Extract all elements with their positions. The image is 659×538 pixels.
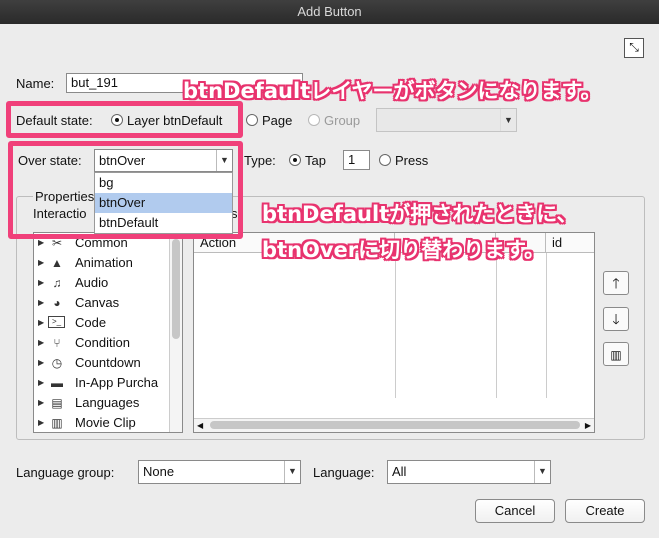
tree-item-label: Audio [75,275,109,290]
column-header-id[interactable]: id [546,233,594,253]
scroll-left-icon[interactable]: ◀ [197,419,203,432]
tree-item-in-app-purchase[interactable]: ▶ ▬ In-App Purcha [34,373,170,393]
radio-page-indicator[interactable] [246,114,258,126]
chevron-down-icon: ▼ [500,109,516,131]
expand-triangle-icon[interactable]: ▶ [38,393,44,413]
tree-item-audio[interactable]: ▶ ♫ Audio [34,273,170,293]
annotation-middle-2: btnOverに切り替わります。 [262,238,546,262]
expand-triangle-icon[interactable]: ▶ [38,253,44,273]
tree-item-languages[interactable]: ▶ ▤ Languages [34,393,170,413]
radio-group: Group [308,113,360,128]
arrow-down-icon: 🡓 [612,311,620,327]
expand-triangle-icon[interactable]: ▶ [38,313,44,333]
arrow-up-icon: 🡑 [612,275,620,291]
language-group-value: None [143,464,175,479]
tree-item-code[interactable]: ▶ >_ Code [34,313,170,333]
scroll-right-icon[interactable]: ▶ [585,419,591,432]
interactions-tree[interactable]: ▶ ✂ Common ▶ ▲ Animation ▶ ♫ Audio ▶ ◕ Canvas ▶ >… [33,232,183,433]
tree-item-condition[interactable]: ▶ ⑂ Condition [34,333,170,353]
window-title: Add Button [297,4,362,19]
highlight-default-state [6,101,243,138]
tree-item-label: Movie Clip [75,415,136,430]
type-label: Type: [244,153,276,168]
radio-press-label: Press [395,153,429,168]
column-divider [496,253,497,398]
move-down-button[interactable]: 🡓 [603,307,629,331]
table-scrollbar-thumb[interactable] [210,421,580,429]
tree-scrollbar[interactable] [169,233,182,432]
chevron-down-icon[interactable]: ▼ [284,461,300,483]
tree-item-label: Countdown [75,355,141,370]
column-divider [395,253,396,398]
language-label: Language: [313,465,375,480]
tree-item-label: In-App Purcha [75,375,159,390]
column-divider [546,253,547,398]
radio-page[interactable]: Page [246,113,292,128]
clock-icon: ◷ [51,356,63,370]
table-horizontal-scrollbar[interactable]: ◀ ▶ [194,418,594,432]
cancel-button[interactable]: Cancel [475,499,555,523]
tree-item-label: Animation [75,255,133,270]
create-button[interactable]: Create [565,499,645,523]
chevron-down-icon[interactable]: ▼ [534,461,550,483]
tree-item-movie-clip[interactable]: ▶ ▥ Movie Clip [34,413,170,432]
language-value: All [392,464,407,479]
tree-item-countdown[interactable]: ▶ ◷ Countdown [34,353,170,373]
cart-icon: ▬ [51,376,63,390]
speech-icon: ▤ [51,396,63,410]
group-select: ▼ [376,108,517,132]
tap-count-input[interactable]: 1 [343,150,370,170]
expand-triangle-icon[interactable]: ▶ [38,293,44,313]
radio-group-label: Group [324,113,361,128]
tree-item-label: Condition [75,335,130,350]
trash-icon: ▥ [610,348,622,362]
film-icon: ▥ [51,416,63,430]
tree-item-label: Canvas [75,295,120,310]
annotation-middle-1: btnDefaultが押されたときに、 [262,202,578,226]
expand-triangle-icon[interactable]: ▶ [38,413,44,432]
radio-tap-indicator[interactable] [289,154,301,166]
expand-button[interactable]: ⤡ [624,38,644,58]
radio-group-indicator [308,114,320,126]
annotation-top: btnDefaultレイヤーがボタンになります。 [183,79,602,103]
expand-triangle-icon[interactable]: ▶ [38,373,44,393]
language-group-label: Language group: [16,465,115,480]
language-select[interactable]: All ▼ [387,460,551,484]
expand-icon: ⤡ [629,40,639,54]
name-label: Name: [16,76,55,91]
condition-icon: ⑂ [53,336,61,350]
move-up-button[interactable]: 🡑 [603,271,629,295]
tree-scrollbar-thumb[interactable] [172,239,180,339]
highlight-over-state [8,141,243,239]
terminal-icon: >_ [48,316,65,328]
expand-triangle-icon[interactable]: ▶ [38,333,44,353]
delete-button[interactable]: ▥ [603,342,629,366]
expand-triangle-icon[interactable]: ▶ [38,273,44,293]
radio-press-indicator[interactable] [379,154,391,166]
expand-triangle-icon[interactable]: ▶ [38,353,44,373]
radio-tap[interactable]: Tap [289,153,326,168]
window-titlebar: Add Button [0,0,659,24]
radio-tap-label: Tap [305,153,326,168]
radio-press[interactable]: Press [379,153,428,168]
music-note-icon: ♫ [52,276,62,290]
tree-item-animation[interactable]: ▶ ▲ Animation [34,253,170,273]
tree-item-label: Languages [75,395,140,410]
tree-item-label: Code [75,315,107,330]
tree-item-canvas[interactable]: ▶ ◕ Canvas [34,293,170,313]
palette-icon: ◕ [53,296,61,310]
radio-page-label: Page [262,113,293,128]
animation-icon: ▲ [51,256,63,270]
language-group-select[interactable]: None ▼ [138,460,301,484]
